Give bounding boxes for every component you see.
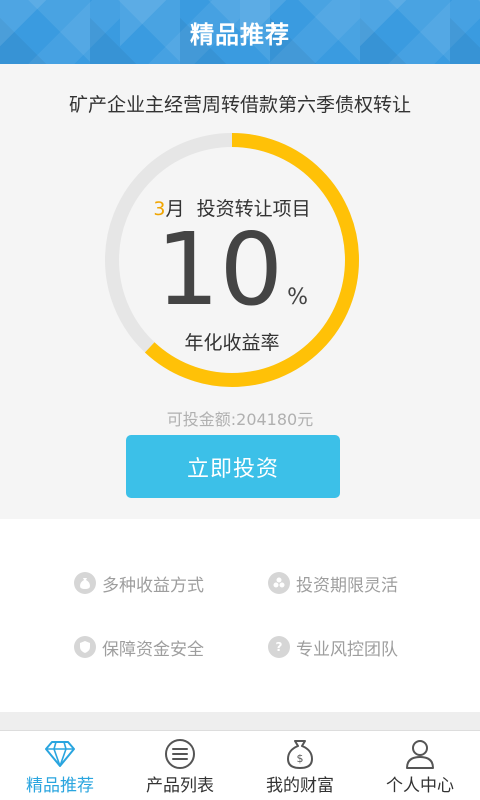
tab-label: 个人中心 (386, 776, 454, 796)
feature-risk-team: ? 专业风控团队 (268, 633, 398, 661)
shield-icon (74, 636, 96, 658)
diamond-icon (45, 741, 75, 767)
tab-my-wealth[interactable]: $ 我的财富 (240, 731, 360, 800)
bottom-tab-bar: 精品推荐 产品列表 $ 我的财富 个人中心 (0, 730, 480, 800)
money-bag-icon (74, 572, 96, 594)
tab-personal-center[interactable]: 个人中心 (360, 731, 480, 800)
tab-label: 精品推荐 (26, 776, 94, 796)
feature-label: 专业风控团队 (296, 639, 398, 660)
tab-label: 我的财富 (266, 776, 334, 796)
features-section: 多种收益方式 投资期限灵活 保障资金安全 ? 专业风控团队 (0, 519, 480, 712)
tab-label: 产品列表 (146, 776, 214, 796)
annual-rate: 10% (102, 220, 362, 320)
feature-fund-safety: 保障资金安全 (74, 633, 204, 661)
rate-label: 年化收益率 (184, 332, 280, 354)
feature-label: 多种收益方式 (102, 575, 204, 596)
tab-product-list[interactable]: 产品列表 (120, 731, 240, 800)
list-icon (165, 739, 195, 769)
person-icon (406, 740, 434, 769)
question-icon: ? (268, 636, 290, 658)
app-header: 精品推荐 (0, 0, 480, 64)
section-divider (0, 712, 480, 730)
invest-now-button[interactable]: 立即投资 (126, 435, 340, 498)
rate-unit: % (287, 285, 309, 310)
tab-featured[interactable]: 精品推荐 (0, 731, 120, 800)
ring-content: 3月 投资转让项目 10% 年化收益率 (102, 130, 362, 390)
feature-label: 投资期限灵活 (296, 575, 398, 596)
feature-label: 保障资金安全 (102, 639, 204, 660)
page-title: 精品推荐 (190, 20, 290, 49)
flexible-icon (268, 572, 290, 594)
wealth-bag-icon: $ (287, 740, 313, 769)
available-amount: 可投金额:204180元 (166, 410, 314, 429)
featured-product-card[interactable]: 矿产企业主经营周转借款第六季债权转让 3月 投资转让项目 10% 年化收益率 可… (0, 64, 480, 519)
feature-returns: 多种收益方式 (74, 569, 204, 597)
rate-value: 10 (155, 211, 284, 328)
svg-text:?: ? (276, 640, 283, 654)
svg-text:$: $ (297, 752, 304, 765)
feature-flexible-term: 投资期限灵活 (268, 569, 398, 597)
product-title: 矿产企业主经营周转借款第六季债权转让 (68, 94, 411, 116)
